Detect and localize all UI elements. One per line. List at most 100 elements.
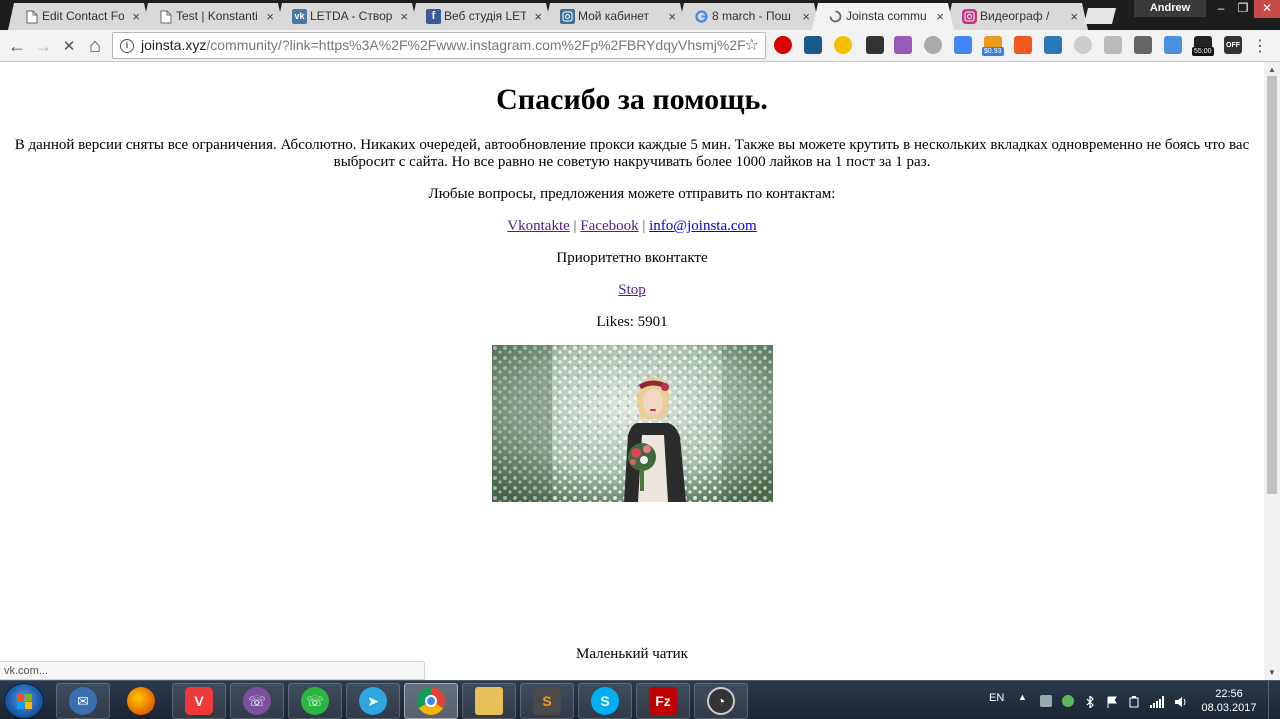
system-clock[interactable]: 22:56 08.03.2017 [1197,687,1261,715]
taskbar-filezilla[interactable]: Fz [636,683,690,719]
scroll-down-icon[interactable]: ▼ [1268,668,1276,677]
taskbar-whatsapp[interactable]: ☏ [288,683,342,719]
tab-test-konstanti[interactable]: Test | Konstanti × [142,3,284,30]
timer-badge: 55:00 [1192,47,1214,56]
close-icon[interactable]: × [802,3,810,30]
folder-icon [475,687,503,715]
minimize-button[interactable]: – [1210,0,1232,18]
taskbar-skype[interactable]: S [578,683,632,719]
circle-extension-icon[interactable] [1074,36,1092,54]
stop-link[interactable]: Stop [618,282,646,298]
taskbar-file-explorer[interactable] [462,683,516,719]
tab-videograf[interactable]: Видеограф / × [946,3,1088,30]
page-title: Спасибо за помощь. [496,83,768,116]
close-icon[interactable]: × [132,3,140,30]
css-viewer-extension-icon[interactable] [804,36,822,54]
eyedropper-extension-icon[interactable] [866,36,884,54]
tab-my-cabinet[interactable]: Мой кабинет × [544,3,686,30]
arrow-left-icon: ← [8,35,26,56]
loading-spinner-icon [828,9,843,24]
browser-title-bar: Edit Contact Fo × Test | Konstanti × vk … [0,0,1280,30]
puzzle-extension-icon[interactable] [1014,36,1032,54]
address-bar[interactable]: i joinsta.xyz/community/?link=https%3A%2… [112,32,766,59]
stop-loading-button[interactable]: ✕ [56,33,82,59]
stop-icon: ✕ [62,38,76,55]
off-extension-icon[interactable]: OFF [1224,36,1242,54]
network-drive-icon[interactable] [1040,695,1052,707]
window-close-button[interactable]: ✕ [1254,0,1280,18]
taskbar-firefox[interactable] [114,683,168,719]
battery-icon[interactable] [1128,695,1140,708]
url-path: /community/?link=https%3A%2F%2Fwww.insta… [206,37,746,53]
translate-extension-icon[interactable] [954,36,972,54]
pdf-extension-icon[interactable] [1104,36,1122,54]
tab-edit-contact[interactable]: Edit Contact Fo × [8,3,150,30]
tab-joinsta-community[interactable]: Joinsta commu × [812,3,954,30]
action-center-flag-icon[interactable] [1106,695,1118,708]
taskbar-speed-monitor[interactable]: ◔ [694,683,748,719]
whatsapp-icon: ☏ [301,687,329,715]
screenshot-extension-icon[interactable] [1044,36,1062,54]
feather-extension-icon[interactable] [894,36,912,54]
browser-menu-button[interactable]: ⋮ [1250,33,1270,59]
page-scrollbar[interactable]: ▲ ▼ [1264,62,1280,680]
tab-title: Веб студія LETD [444,9,526,23]
taskbar-telegram[interactable]: ➤ [346,683,400,719]
forward-button[interactable]: → [30,33,56,59]
google-icon [694,9,709,24]
contact-links: Vkontakte | Facebook | info@joinsta.com [0,218,1264,235]
volume-icon[interactable] [1174,695,1186,707]
close-icon[interactable]: × [1070,3,1078,30]
evernote-icon[interactable] [1062,695,1074,707]
instagram-icon [560,9,575,24]
scroll-up-icon[interactable]: ▲ [1268,65,1276,74]
tab-title: Мой кабинет [578,9,650,23]
close-icon[interactable]: × [400,3,408,30]
browser-toolbar: ← → ✕ ⌂ i joinsta.xyz/community/?link=ht… [0,30,1280,62]
thunderbird-icon: ✉ [69,687,97,715]
smiley-extension-icon[interactable] [834,36,852,54]
email-link[interactable]: info@joinsta.com [649,218,757,234]
show-desktop-button[interactable] [1268,681,1280,719]
stop-link-row: Stop [0,282,1264,299]
tab-letda[interactable]: vk LETDA - Створе × [276,3,418,30]
taskbar-chrome[interactable] [404,683,458,719]
profile-button[interactable]: Andrew [1134,0,1206,17]
home-button[interactable]: ⌂ [82,33,108,59]
close-icon[interactable]: × [936,3,944,30]
bookmark-star-icon[interactable]: ☆ [745,33,759,58]
tray-expand-icon[interactable]: ▲ [1018,692,1027,702]
facebook-link[interactable]: Facebook [580,218,638,234]
taskbar-vivaldi[interactable]: V [172,683,226,719]
scrollbar-thumb[interactable] [1267,76,1277,494]
bluetooth-icon[interactable] [1084,694,1096,710]
tab-web-studio[interactable]: f Веб студія LETD × [410,3,552,30]
tab-8-march[interactable]: 8 march - Пош × [678,3,820,30]
bookmark-extension-icon[interactable] [1164,36,1182,54]
new-tab-button[interactable] [1084,8,1116,24]
opera-extension-icon[interactable] [774,36,792,54]
wifi-signal-icon[interactable] [1150,695,1164,708]
tab-title: Edit Contact Fo [42,9,124,23]
vk-icon: vk [292,9,307,24]
back-button[interactable]: ← [4,33,30,59]
document-icon [158,9,173,24]
taskbar-sublime-text[interactable]: S [520,683,574,719]
tab-title: Test | Konstanti [176,9,258,23]
language-indicator[interactable]: EN [989,692,1004,704]
close-icon[interactable]: × [668,3,676,30]
tab-title: 8 march - Пош [712,9,791,23]
start-button[interactable] [4,683,44,719]
taskbar-viber[interactable]: ☏ [230,683,284,719]
vkontakte-link[interactable]: Vkontakte [507,218,569,234]
facebook-icon: f [426,9,441,24]
restore-button[interactable]: ❐ [1232,0,1254,18]
close-icon[interactable]: × [534,3,542,30]
info-icon[interactable]: i [120,39,134,53]
eye-extension-icon[interactable] [1134,36,1152,54]
taskbar-thunderbird[interactable]: ✉ [56,683,110,719]
gear-extension-icon[interactable] [924,36,942,54]
arrow-right-icon: → [34,35,52,56]
document-icon [24,9,39,24]
close-icon[interactable]: × [266,3,274,30]
